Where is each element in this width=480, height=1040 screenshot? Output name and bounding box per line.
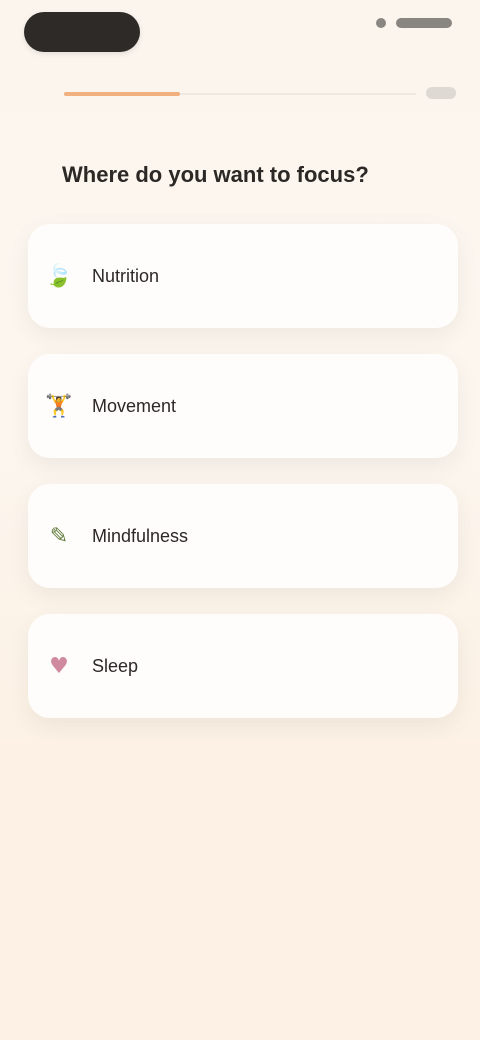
option-card-nutrition[interactable]: 🍃 Nutrition (28, 224, 458, 328)
option-card-mindfulness[interactable]: ✎ Mindfulness (28, 484, 458, 588)
heart-icon: ♥ (49, 653, 69, 679)
options-list: 🍃 Nutrition 🏋 Movement ✎ Mindfulness ♥ S… (28, 224, 458, 744)
status-pill (24, 12, 140, 52)
option-card-sleep[interactable]: ♥ Sleep (28, 614, 458, 718)
option-label: Mindfulness (92, 525, 189, 546)
progress-indicator (64, 86, 456, 100)
question-title-container: Where do you want to focus? (62, 156, 418, 194)
status-indicators (376, 18, 452, 28)
dumbbell-icon: 🏋 (45, 393, 73, 419)
status-bar (0, 0, 480, 70)
question-title: Where do you want to focus? (62, 162, 369, 187)
progress-end-marker (426, 87, 456, 99)
option-card-movement[interactable]: 🏋 Movement (28, 354, 458, 458)
bottom-area (0, 740, 480, 1040)
leaf-icon: 🍃 (45, 263, 73, 289)
option-content: 🏋 Movement (42, 354, 176, 458)
option-label: Movement (92, 395, 177, 416)
option-content: ♥ Sleep (42, 614, 138, 718)
option-content: ✎ Mindfulness (42, 484, 188, 588)
pencil-icon: ✎ (49, 523, 69, 549)
progress-fill (64, 92, 181, 96)
option-content: 🍃 Nutrition (42, 224, 159, 328)
option-label: Nutrition (92, 265, 160, 286)
option-label: Sleep (92, 655, 139, 676)
battery-icon (396, 18, 452, 28)
signal-dot-icon (376, 18, 386, 28)
